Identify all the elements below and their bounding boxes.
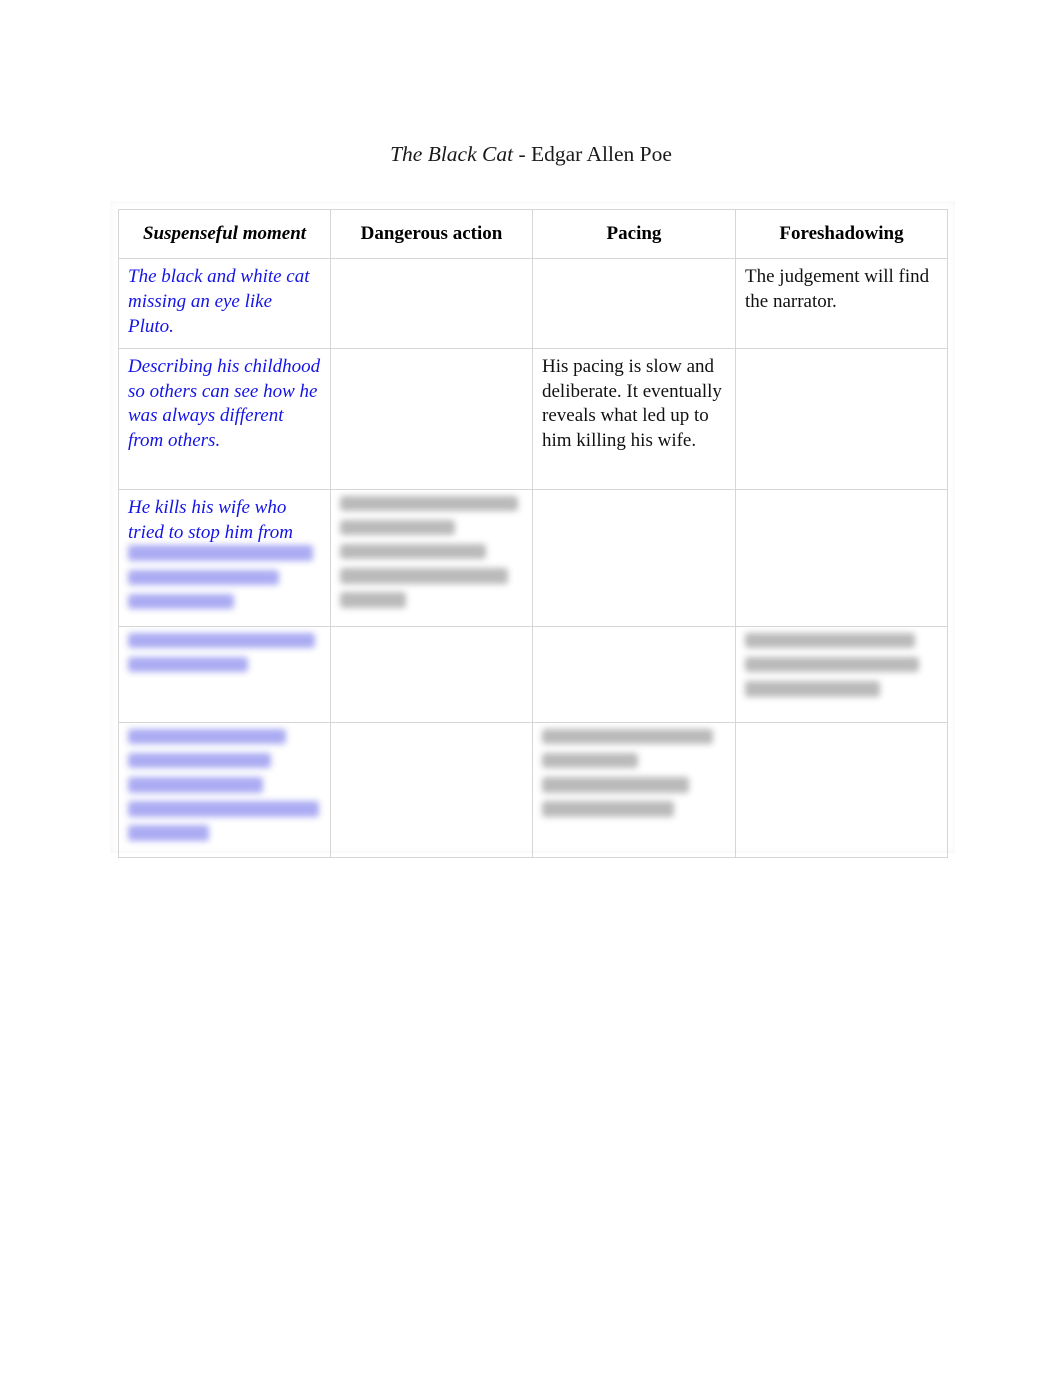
redacted-text-block (745, 632, 938, 697)
cell-dangerous-action (330, 488, 533, 627)
cell-dangerous-action (330, 258, 533, 349)
cell-foreshadowing (735, 721, 948, 859)
cell-pacing (532, 488, 736, 627)
redacted-text-block (128, 545, 321, 610)
cell-foreshadowing (735, 488, 948, 627)
cell-pacing: His pacing is slow and deliberate. It ev… (532, 347, 736, 490)
page-title-work: The Black Cat (390, 142, 514, 166)
cell-text: He kills his wife who tried to stop him … (128, 496, 294, 543)
cell-pacing (532, 625, 736, 723)
cell-pacing (532, 721, 736, 859)
cell-foreshadowing (735, 625, 948, 723)
cell-text: The judgement will find the narrator. (745, 266, 934, 312)
page-title: The Black Cat - Edgar Allen Poe (0, 142, 1062, 167)
page-title-author: - Edgar Allen Poe (513, 142, 672, 166)
cell-foreshadowing: The judgement will find the narrator. (735, 258, 948, 349)
cell-foreshadowing (735, 347, 948, 490)
cell-text: Describing his childhood so others can s… (128, 355, 325, 452)
table-row (118, 721, 948, 859)
cell-suspenseful-moment: The black and white cat missing an eye l… (118, 258, 331, 349)
redacted-text-block (128, 632, 321, 673)
table-row: The black and white cat missing an eye l… (118, 258, 948, 349)
cell-suspenseful-moment: He kills his wife who tried to stop him … (118, 488, 331, 627)
table-row: He kills his wife who tried to stop him … (118, 488, 948, 627)
table-header-row: Suspenseful moment Dangerous action Paci… (118, 209, 948, 259)
redacted-text-block (128, 728, 321, 841)
cell-suspenseful-moment (118, 721, 331, 859)
cell-suspenseful-moment: Describing his childhood so others can s… (118, 347, 331, 490)
cell-dangerous-action (330, 721, 533, 859)
table-row: Describing his childhood so others can s… (118, 347, 948, 490)
redacted-text-block (340, 495, 523, 608)
cell-text: His pacing is slow and deliberate. It ev… (542, 355, 727, 452)
redacted-text-block (542, 728, 726, 817)
document-page: The Black Cat - Edgar Allen Poe Suspense… (0, 0, 1062, 1377)
column-header-suspenseful-moment: Suspenseful moment (118, 209, 331, 259)
column-header-foreshadowing: Foreshadowing (735, 209, 948, 259)
suspense-analysis-table: Suspenseful moment Dangerous action Paci… (118, 209, 948, 859)
cell-pacing (532, 258, 736, 349)
cell-dangerous-action (330, 625, 533, 723)
column-header-dangerous-action: Dangerous action (330, 209, 533, 259)
cell-text: The black and white cat missing an eye l… (128, 266, 315, 337)
table-row (118, 625, 948, 723)
cell-dangerous-action (330, 347, 533, 490)
cell-suspenseful-moment (118, 625, 331, 723)
column-header-pacing: Pacing (532, 209, 736, 259)
suspense-analysis-table-wrapper: Suspenseful moment Dangerous action Paci… (118, 209, 948, 859)
